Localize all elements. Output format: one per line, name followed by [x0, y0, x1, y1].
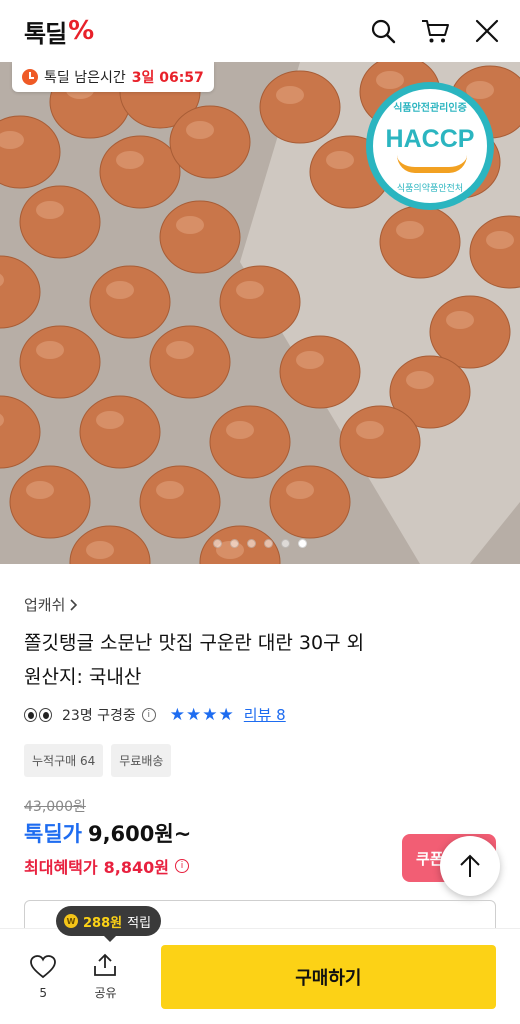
- product-chip: 누적구매 64: [24, 744, 104, 777]
- point-tooltip: W 288원 적립: [56, 906, 162, 942]
- seller-link[interactable]: 업캐쉬: [24, 594, 79, 615]
- product-title: 쫄깃탱글 소문난 맛집 구운란 대란 30구 외 원산지: 국내산: [24, 626, 494, 694]
- review-link[interactable]: 리뷰 8: [244, 704, 286, 725]
- eyes-icon: [24, 707, 52, 722]
- carousel-dot[interactable]: [230, 539, 239, 548]
- share-icon: [94, 953, 117, 976]
- egg-shape: [209, 405, 291, 479]
- viewer-count: 23명 구경중: [62, 707, 136, 724]
- like-button[interactable]: 5: [24, 954, 62, 1000]
- egg-shape: [219, 265, 301, 339]
- egg-shape: [379, 205, 461, 279]
- haccp-smile-mark: [397, 155, 467, 173]
- buy-button[interactable]: 구매하기: [160, 944, 496, 1009]
- info-icon[interactable]: i: [174, 859, 189, 873]
- share-button[interactable]: 공유: [86, 952, 124, 1001]
- star-icon: ★: [202, 704, 218, 725]
- carousel-indicator: [0, 539, 520, 548]
- egg-shape: [89, 265, 171, 339]
- deal-price-label: 톡딜가: [24, 822, 82, 846]
- deal-price-row: 톡딜가 9,600원~: [24, 818, 191, 848]
- haccp-main-text: HACCP: [385, 125, 475, 153]
- timer-label: 톡딜 남은시간: [44, 70, 126, 86]
- product-origin: 원산지: 국내산: [24, 666, 142, 688]
- heart-icon: [30, 954, 57, 978]
- product-title-line1: 쫄깃탱글 소문난 맛집 구운란 대란 30구 외: [24, 632, 365, 654]
- star-icon: ★: [218, 704, 234, 725]
- timer-value: 3일 06:57: [131, 70, 204, 86]
- product-chip: 무료배송: [111, 744, 172, 777]
- product-chips: 누적구매 64 무료배송: [24, 744, 172, 777]
- egg-shape: [9, 465, 91, 539]
- share-label: 공유: [94, 986, 117, 1000]
- egg-shape: [99, 135, 181, 209]
- carousel-dot[interactable]: [298, 539, 307, 548]
- egg-shape: [279, 335, 361, 409]
- product-stats: 23명 구경중 i ★ ★ ★ ★ 리뷰 8: [24, 704, 286, 725]
- original-price: 43,000원: [24, 799, 86, 815]
- star-icon: ★: [169, 704, 186, 725]
- haccp-top-text: 식품안전관리인증: [393, 103, 467, 114]
- egg-shape: [159, 200, 241, 274]
- egg-shape: [169, 105, 251, 179]
- product-page: 톡딜 % 톡딜 남은시간 3일 06:57 식품안전관리인증 HACCP 식품의…: [0, 0, 520, 1024]
- info-icon[interactable]: i: [141, 707, 156, 722]
- carousel-dot[interactable]: [213, 539, 222, 548]
- clock-icon: [22, 69, 38, 85]
- logo[interactable]: 톡딜 %: [24, 14, 94, 49]
- haccp-bottom-text: 식품의약품안전처: [396, 184, 464, 194]
- scroll-to-top-button[interactable]: [440, 836, 500, 896]
- max-benefit-row: 최대혜택가 8,840원 i: [24, 854, 189, 878]
- deal-price: 9,600원~: [87, 822, 192, 846]
- logo-mark: %: [68, 16, 94, 46]
- max-benefit-price: 8,840원: [103, 858, 169, 877]
- egg-shape: [259, 70, 341, 144]
- app-header: 톡딜 %: [0, 0, 520, 62]
- product-image-carousel[interactable]: 톡딜 남은시간 3일 06:57 식품안전관리인증 HACCP 식품의약품안전처: [0, 62, 520, 564]
- seller-name: 업캐쉬: [24, 596, 66, 614]
- arrow-up-icon: [460, 854, 480, 877]
- egg-shape: [19, 325, 101, 399]
- haccp-badge: 식품안전관리인증 HACCP 식품의약품안전처: [366, 82, 494, 210]
- star-icon: ★: [186, 704, 202, 725]
- point-label: 적립: [127, 915, 152, 931]
- egg-shape: [79, 395, 161, 469]
- egg-shape: [19, 185, 101, 259]
- like-count: 5: [39, 985, 47, 1000]
- chevron-right-icon: [70, 598, 78, 611]
- egg-shape: [339, 405, 421, 479]
- rating-stars: ★ ★ ★ ★: [170, 705, 234, 725]
- deal-timer: 톡딜 남은시간 3일 06:57: [12, 62, 214, 92]
- logo-text: 톡딜: [24, 19, 67, 48]
- close-icon[interactable]: [472, 16, 502, 46]
- point-amount: 288원: [83, 915, 123, 931]
- egg-shape: [139, 465, 221, 539]
- max-benefit-label: 최대혜택가: [24, 858, 98, 877]
- bottom-action-bar: 5 공유 구매하기: [0, 928, 520, 1024]
- egg-shape: [149, 325, 231, 399]
- egg-shape: [269, 465, 351, 539]
- carousel-dot[interactable]: [264, 539, 273, 548]
- search-icon[interactable]: [368, 16, 398, 46]
- carousel-dot[interactable]: [247, 539, 256, 548]
- coin-icon: W: [64, 914, 78, 928]
- carousel-dot[interactable]: [281, 539, 290, 548]
- cart-icon[interactable]: [420, 16, 450, 46]
